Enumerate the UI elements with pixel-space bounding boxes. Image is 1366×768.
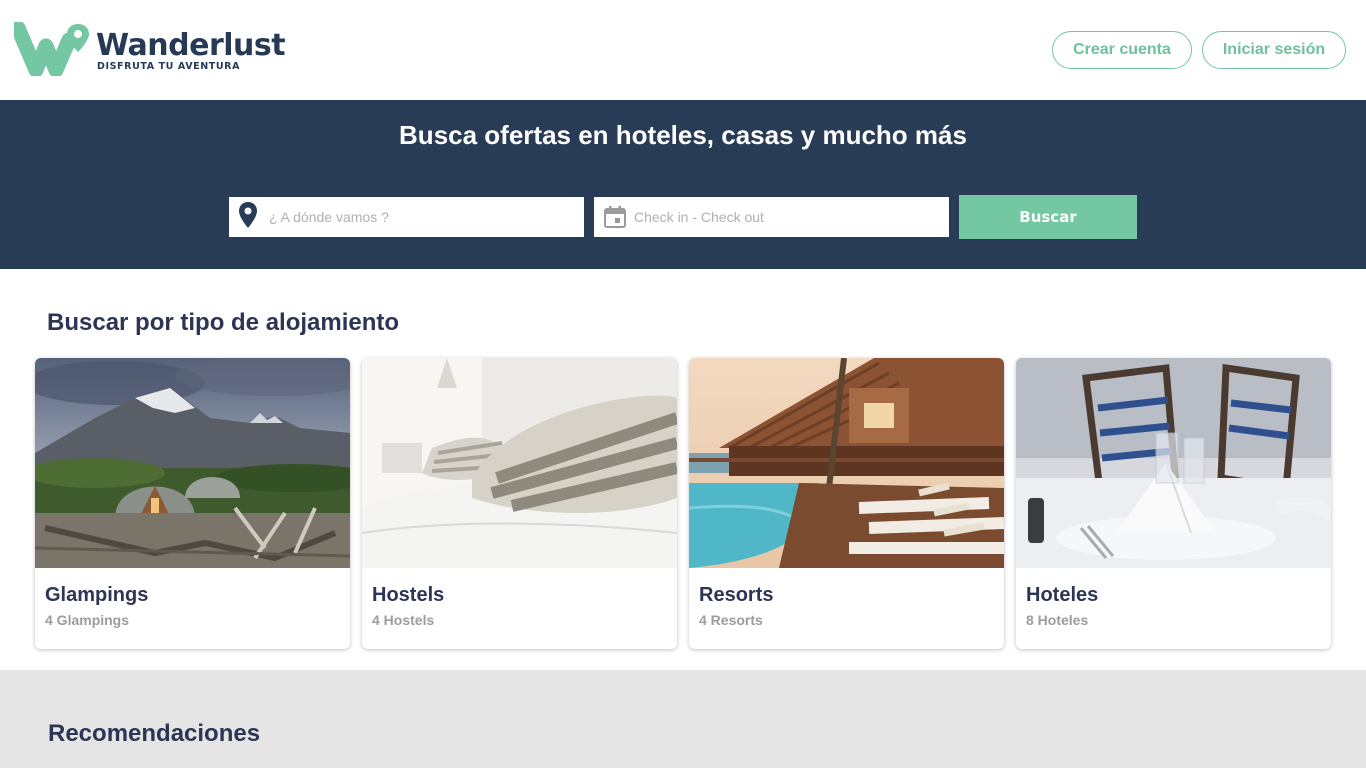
recommendations-title: Recomendaciones (48, 720, 261, 747)
category-card-glampings[interactable]: Glampings 4 Glampings (35, 358, 350, 649)
logo-name: Wanderlust (96, 28, 286, 63)
recommendations-section: Recomendaciones (0, 670, 1366, 768)
glampings-image (35, 358, 350, 568)
category-card-hostels[interactable]: Hostels 4 Hostels (362, 358, 677, 649)
logo[interactable]: Wanderlust DISFRUTA TU AVENTURA (14, 22, 286, 76)
dates-input[interactable] (634, 207, 934, 227)
location-pin-icon (239, 202, 257, 228)
card-title: Resorts (699, 584, 774, 606)
wanderlust-logo-icon (14, 22, 89, 76)
calendar-icon (604, 206, 626, 228)
search-button[interactable]: Buscar (959, 195, 1137, 239)
create-account-button[interactable]: Crear cuenta (1052, 31, 1192, 69)
header: Wanderlust DISFRUTA TU AVENTURA Crear cu… (0, 0, 1366, 100)
categories-title: Buscar por tipo de alojamiento (47, 309, 400, 336)
card-count: 4 Glampings (45, 612, 130, 628)
card-title: Glampings (45, 584, 149, 606)
card-count: 8 Hoteles (1026, 612, 1089, 628)
resorts-image (689, 358, 1004, 568)
category-card-resorts[interactable]: Resorts 4 Resorts (689, 358, 1004, 649)
logo-tagline: DISFRUTA TU AVENTURA (97, 61, 241, 72)
search-hero: Busca ofertas en hoteles, casas y mucho … (0, 100, 1366, 269)
hoteles-image (1016, 358, 1331, 568)
destination-input[interactable] (269, 207, 569, 227)
card-count: 4 Hostels (372, 612, 435, 628)
category-card-hoteles[interactable]: Hoteles 8 Hoteles (1016, 358, 1331, 649)
login-button[interactable]: Iniciar sesión (1202, 31, 1346, 69)
hostels-image (362, 358, 677, 568)
dates-field[interactable] (594, 197, 949, 237)
card-count: 4 Resorts (699, 612, 763, 628)
card-title: Hostels (372, 584, 445, 606)
destination-field[interactable] (229, 197, 584, 237)
hero-title: Busca ofertas en hoteles, casas y mucho … (399, 120, 967, 150)
card-title: Hoteles (1026, 584, 1099, 606)
